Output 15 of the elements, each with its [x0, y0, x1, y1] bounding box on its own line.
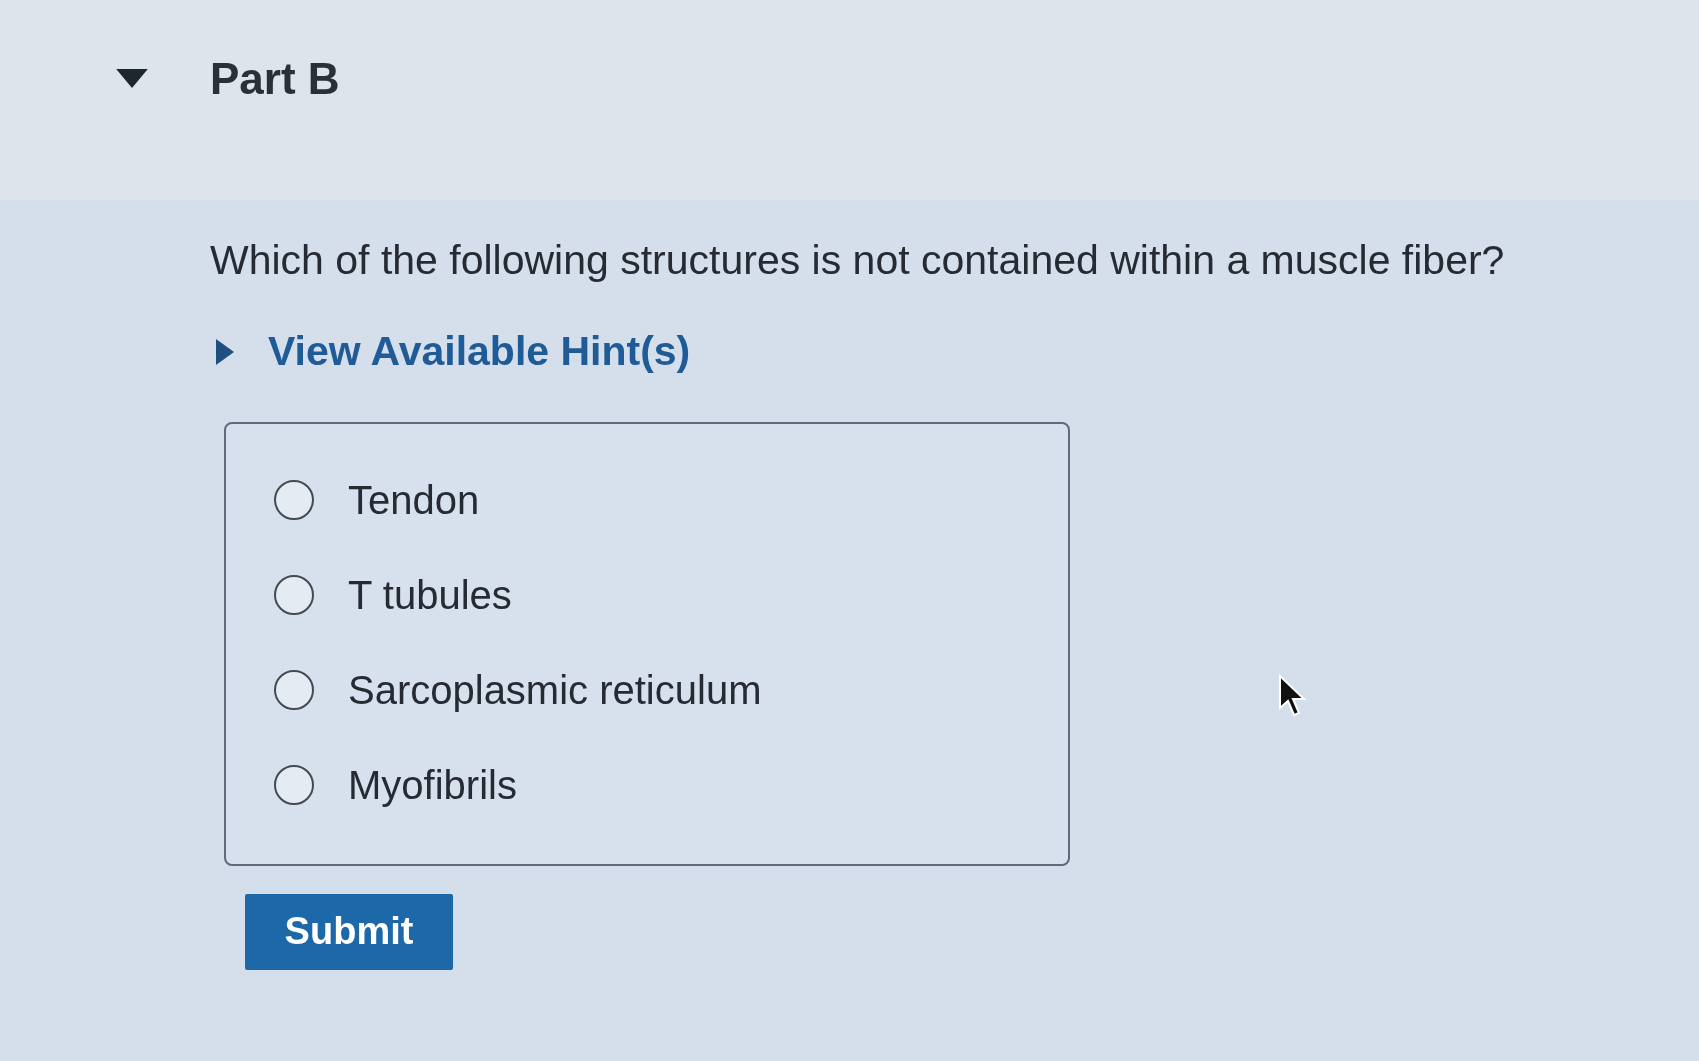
question-text: Which of the following structures is not contained within a muscle fiber? [210, 236, 1505, 285]
answer-option[interactable]: Tendon [274, 479, 480, 520]
radio-icon[interactable] [274, 574, 314, 615]
answer-option[interactable]: T tubules [274, 574, 512, 615]
radio-icon[interactable] [274, 479, 314, 520]
hints-link[interactable]: View Available Hint(s) [268, 326, 691, 378]
collapse-caret-icon[interactable] [116, 68, 148, 88]
mouse-pointer-icon [1278, 674, 1306, 718]
submit-button[interactable]: Submit [245, 893, 453, 970]
radio-icon[interactable] [274, 764, 314, 805]
expand-caret-icon[interactable] [216, 338, 234, 365]
answer-option[interactable]: Sarcoplasmic reticulum [274, 669, 762, 710]
part-title[interactable]: Part B [210, 57, 340, 101]
answer-option[interactable]: Myofibrils [274, 764, 517, 805]
radio-icon[interactable] [274, 669, 314, 710]
